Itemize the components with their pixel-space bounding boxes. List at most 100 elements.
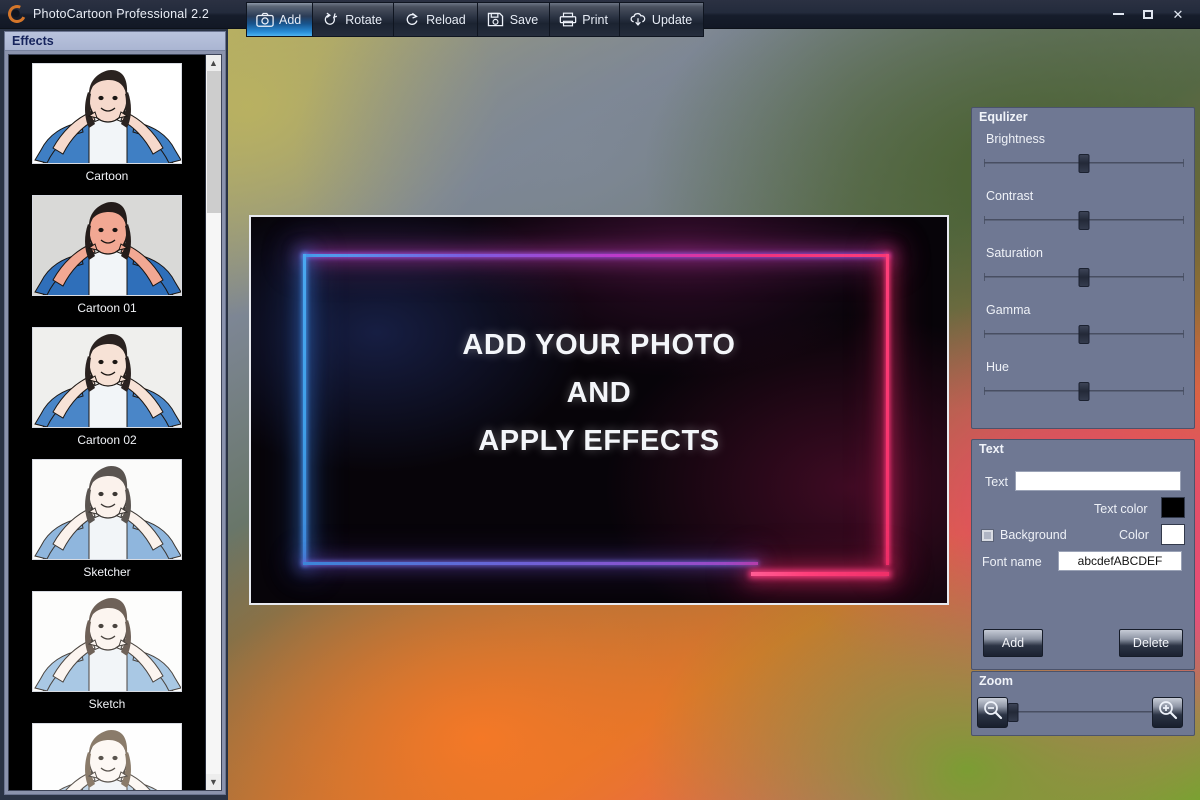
close-button[interactable]: ✕ xyxy=(1164,3,1192,25)
toolbar-button-save[interactable]: Save xyxy=(477,3,551,36)
toolbar-label-save: Save xyxy=(509,12,539,27)
equalizer-label-hue: Hue xyxy=(986,360,1009,374)
toolbar: Add Rotate Reload Save Print Update xyxy=(246,2,705,37)
effect-label: Sketch xyxy=(88,697,126,711)
effects-list-container: Cartoon Cartoon 01 Cartoon 02 Sketcher Sketc… xyxy=(8,54,222,791)
font-name-input[interactable] xyxy=(1058,551,1182,571)
slider-thumb[interactable] xyxy=(1078,268,1090,287)
equalizer-label-saturation: Saturation xyxy=(986,246,1043,260)
effects-panel: Effects Cartoon Cartoon 01 Cartoon 02 Sketc… xyxy=(4,31,226,795)
toolbar-button-reload[interactable]: Reload xyxy=(394,3,478,36)
minimize-button[interactable] xyxy=(1104,3,1132,25)
toolbar-label-add: Add xyxy=(279,12,302,27)
toolbar-button-update[interactable]: Update xyxy=(619,3,704,36)
toolbar-button-print[interactable]: Print xyxy=(550,3,620,36)
zoom-out-button[interactable] xyxy=(977,697,1008,728)
equalizer-slider-contrast[interactable] xyxy=(984,211,1184,230)
zoom-slider-thumb[interactable] xyxy=(1007,703,1019,722)
slider-thumb[interactable] xyxy=(1078,211,1090,230)
equalizer-label-gamma: Gamma xyxy=(986,303,1031,317)
effect-thumbnail[interactable] xyxy=(32,195,182,296)
cloud-download-icon xyxy=(629,12,646,27)
rotate-left-icon xyxy=(322,12,339,27)
photo-canvas[interactable]: ADD YOUR PHOTO AND APPLY EFFECTS xyxy=(249,215,949,605)
equalizer-slider-brightness[interactable] xyxy=(984,154,1184,173)
magnifier-plus-icon xyxy=(1157,699,1179,726)
slider-thumb[interactable] xyxy=(1078,154,1090,173)
equalizer-slider-gamma[interactable] xyxy=(984,325,1184,344)
effect-thumbnail[interactable] xyxy=(32,63,182,164)
close-icon: ✕ xyxy=(1172,6,1184,22)
chevron-down-icon[interactable]: ▼ xyxy=(206,774,221,790)
toolbar-button-rotate[interactable]: Rotate xyxy=(313,3,395,36)
scrollbar-thumb[interactable] xyxy=(207,71,221,213)
equalizer-panel: Equlizer Brightness Contrast Saturation Gam… xyxy=(971,107,1195,429)
minimize-icon xyxy=(1112,13,1124,15)
photocartoon-logo-icon xyxy=(5,2,29,26)
maximize-icon xyxy=(1143,9,1153,19)
window-controls: ✕ xyxy=(1104,0,1200,29)
equalizer-label-contrast: Contrast xyxy=(986,189,1034,203)
font-name-label: Font name xyxy=(982,555,1042,569)
effects-scrollbar[interactable]: ▲ ▼ xyxy=(205,55,221,790)
effect-item[interactable]: Cartoon xyxy=(9,63,205,183)
effects-list[interactable]: Cartoon Cartoon 01 Cartoon 02 Sketcher Sketc… xyxy=(9,55,205,790)
effects-panel-header: Effects xyxy=(5,32,225,51)
effect-thumbnail[interactable] xyxy=(32,459,182,560)
refresh-icon xyxy=(403,12,420,27)
toolbar-label-update: Update xyxy=(651,12,693,27)
zoom-in-button[interactable] xyxy=(1152,697,1183,728)
effect-label: Cartoon 02 xyxy=(77,433,137,447)
text-field-label: Text xyxy=(985,475,1008,489)
text-panel-title: Text xyxy=(979,442,1004,456)
equalizer-slider-hue[interactable] xyxy=(984,382,1184,401)
background-label: Background xyxy=(1000,528,1067,542)
canvas-placeholder-text: ADD YOUR PHOTO AND APPLY EFFECTS xyxy=(251,321,947,465)
effect-label: Sketcher xyxy=(83,565,131,579)
effect-thumbnail[interactable] xyxy=(32,327,182,428)
floppy-disk-icon xyxy=(487,12,504,27)
effect-thumbnail[interactable] xyxy=(32,591,182,692)
zoom-panel-title: Zoom xyxy=(979,674,1014,688)
background-color-swatch[interactable] xyxy=(1161,524,1185,545)
add-text-button[interactable]: Add xyxy=(983,629,1043,657)
text-input[interactable] xyxy=(1015,471,1181,491)
neon-border-bottom-right xyxy=(751,572,889,576)
canvas-text-line-2: AND xyxy=(566,377,632,409)
maximize-button[interactable] xyxy=(1134,3,1162,25)
scrollbar-track[interactable] xyxy=(206,71,221,774)
delete-text-button[interactable]: Delete xyxy=(1119,629,1183,657)
toolbar-button-add[interactable]: Add xyxy=(247,3,314,36)
effect-item[interactable]: Sketch xyxy=(9,591,205,711)
application-window: PhotoCartoon Professional 2.2 ✕ Add Rota… xyxy=(0,0,1200,800)
zoom-slider[interactable] xyxy=(1007,703,1161,722)
slider-thumb[interactable] xyxy=(1078,382,1090,401)
neon-border-top xyxy=(303,254,889,257)
neon-border-bottom-left xyxy=(303,562,758,565)
equalizer-label-brightness: Brightness xyxy=(986,132,1046,146)
canvas-text-line-3: APPLY EFFECTS xyxy=(478,425,720,457)
effect-item[interactable]: Cartoon 01 xyxy=(9,195,205,315)
toolbar-label-print: Print xyxy=(582,12,608,27)
text-color-label: Text color xyxy=(1094,502,1148,516)
zoom-slider-track xyxy=(1013,708,1161,716)
equalizer-slider-saturation[interactable] xyxy=(984,268,1184,287)
effect-label: Cartoon 01 xyxy=(77,301,137,315)
slider-thumb[interactable] xyxy=(1078,325,1090,344)
toolbar-label-reload: Reload xyxy=(426,12,466,27)
chevron-up-icon[interactable]: ▲ xyxy=(206,55,221,71)
window-title: PhotoCartoon Professional 2.2 xyxy=(33,7,210,21)
background-checkbox[interactable] xyxy=(981,529,994,542)
toolbar-label-rotate: Rotate xyxy=(345,12,383,27)
effect-item[interactable]: Sketcher xyxy=(9,459,205,579)
effect-label: Cartoon xyxy=(85,169,129,183)
canvas-text-line-1: ADD YOUR PHOTO xyxy=(462,329,736,361)
printer-icon xyxy=(559,12,577,27)
equalizer-panel-title: Equlizer xyxy=(979,110,1028,124)
camera-icon xyxy=(256,12,274,27)
background-color-label: Color xyxy=(1119,528,1149,542)
effect-item[interactable] xyxy=(9,723,205,790)
effect-thumbnail[interactable] xyxy=(32,723,182,790)
text-color-swatch[interactable] xyxy=(1161,497,1185,518)
effect-item[interactable]: Cartoon 02 xyxy=(9,327,205,447)
